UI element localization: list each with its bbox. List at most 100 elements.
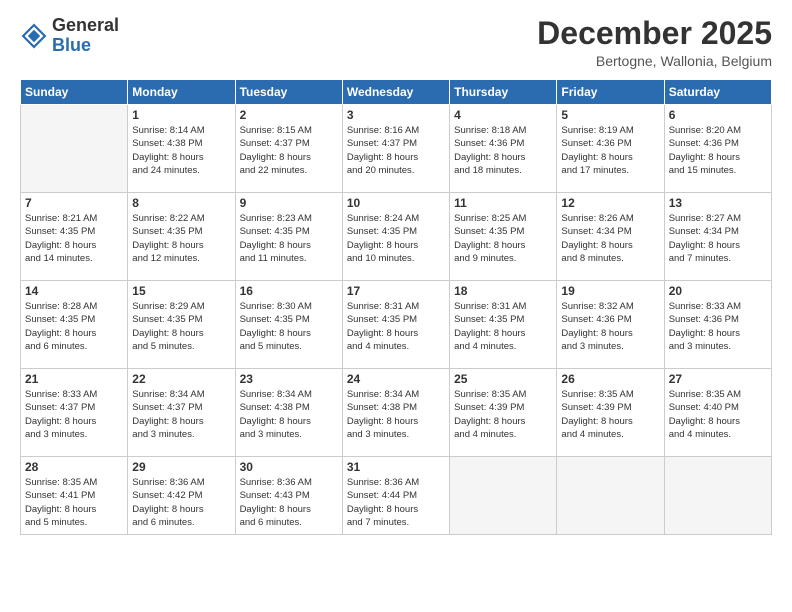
day-detail: Sunrise: 8:20 AMSunset: 4:36 PMDaylight:…	[669, 124, 767, 177]
day-detail: Sunrise: 8:31 AMSunset: 4:35 PMDaylight:…	[454, 300, 552, 353]
day-number: 26	[561, 372, 659, 386]
day-number: 24	[347, 372, 445, 386]
day-number: 23	[240, 372, 338, 386]
month-title: December 2025	[537, 16, 772, 51]
day-detail: Sunrise: 8:14 AMSunset: 4:38 PMDaylight:…	[132, 124, 230, 177]
calendar-cell: 11 Sunrise: 8:25 AMSunset: 4:35 PMDayligh…	[450, 193, 557, 281]
col-saturday: Saturday	[664, 80, 771, 105]
calendar-cell: 1 Sunrise: 8:14 AMSunset: 4:38 PMDaylight…	[128, 105, 235, 193]
col-tuesday: Tuesday	[235, 80, 342, 105]
calendar-cell: 24 Sunrise: 8:34 AMSunset: 4:38 PMDayligh…	[342, 369, 449, 457]
calendar-cell: 13Sunrise: 8:27 AMSunset: 4:34 PMDayligh…	[664, 193, 771, 281]
calendar-cell: 21 Sunrise: 8:33 AMSunset: 4:37 PMDayligh…	[21, 369, 128, 457]
day-detail: Sunrise: 8:21 AMSunset: 4:35 PMDaylight:…	[25, 212, 123, 265]
calendar-cell: 30 Sunrise: 8:36 AMSunset: 4:43 PMDayligh…	[235, 457, 342, 535]
day-detail: Sunrise: 8:26 AMSunset: 4:34 PMDaylight:…	[561, 212, 659, 265]
calendar-cell: 28 Sunrise: 8:35 AMSunset: 4:41 PMDayligh…	[21, 457, 128, 535]
day-number: 14	[25, 284, 123, 298]
calendar-cell: 27 Sunrise: 8:35 AMSunset: 4:40 PMDayligh…	[664, 369, 771, 457]
day-detail: Sunrise: 8:36 AMSunset: 4:44 PMDaylight:…	[347, 476, 445, 529]
day-number: 9	[240, 196, 338, 210]
day-number: 5	[561, 108, 659, 122]
day-detail: Sunrise: 8:36 AMSunset: 4:42 PMDaylight:…	[132, 476, 230, 529]
day-detail: Sunrise: 8:34 AMSunset: 4:38 PMDaylight:…	[240, 388, 338, 441]
day-number: 11	[454, 196, 552, 210]
day-detail: Sunrise: 8:35 AMSunset: 4:40 PMDaylight:…	[669, 388, 767, 441]
calendar-cell	[450, 457, 557, 535]
day-number: 7	[25, 196, 123, 210]
calendar-cell: 26Sunrise: 8:35 AMSunset: 4:39 PMDayligh…	[557, 369, 664, 457]
day-detail: Sunrise: 8:33 AMSunset: 4:36 PMDaylight:…	[669, 300, 767, 353]
calendar-cell	[557, 457, 664, 535]
calendar-page: General Blue December 2025 Bertogne, Wal…	[0, 0, 792, 612]
calendar-cell: 29 Sunrise: 8:36 AMSunset: 4:42 PMDayligh…	[128, 457, 235, 535]
day-number: 1	[132, 108, 230, 122]
calendar-cell: 19 Sunrise: 8:32 AMSunset: 4:36 PMDayligh…	[557, 281, 664, 369]
calendar-cell: 5 Sunrise: 8:19 AMSunset: 4:36 PMDaylight…	[557, 105, 664, 193]
day-detail: Sunrise: 8:32 AMSunset: 4:36 PMDaylight:…	[561, 300, 659, 353]
calendar-cell: 3 Sunrise: 8:16 AMSunset: 4:37 PMDaylight…	[342, 105, 449, 193]
day-detail: Sunrise: 8:22 AMSunset: 4:35 PMDaylight:…	[132, 212, 230, 265]
day-number: 16	[240, 284, 338, 298]
calendar-cell	[21, 105, 128, 193]
day-number: 8	[132, 196, 230, 210]
day-detail: Sunrise: 8:33 AMSunset: 4:37 PMDaylight:…	[25, 388, 123, 441]
day-detail: Sunrise: 8:35 AMSunset: 4:41 PMDaylight:…	[25, 476, 123, 529]
day-number: 19	[561, 284, 659, 298]
location: Bertogne, Wallonia, Belgium	[537, 53, 772, 69]
calendar-cell: 17 Sunrise: 8:31 AMSunset: 4:35 PMDayligh…	[342, 281, 449, 369]
calendar-cell: 25 Sunrise: 8:35 AMSunset: 4:39 PMDayligh…	[450, 369, 557, 457]
day-number: 28	[25, 460, 123, 474]
day-detail: Sunrise: 8:18 AMSunset: 4:36 PMDaylight:…	[454, 124, 552, 177]
day-number: 4	[454, 108, 552, 122]
day-number: 2	[240, 108, 338, 122]
day-detail: Sunrise: 8:16 AMSunset: 4:37 PMDaylight:…	[347, 124, 445, 177]
day-number: 20	[669, 284, 767, 298]
day-number: 30	[240, 460, 338, 474]
day-number: 13	[669, 196, 767, 210]
day-detail: Sunrise: 8:19 AMSunset: 4:36 PMDaylight:…	[561, 124, 659, 177]
calendar-cell: 14 Sunrise: 8:28 AMSunset: 4:35 PMDayligh…	[21, 281, 128, 369]
day-number: 22	[132, 372, 230, 386]
day-detail: Sunrise: 8:36 AMSunset: 4:43 PMDaylight:…	[240, 476, 338, 529]
calendar-cell: 20 Sunrise: 8:33 AMSunset: 4:36 PMDayligh…	[664, 281, 771, 369]
day-number: 27	[669, 372, 767, 386]
day-number: 18	[454, 284, 552, 298]
calendar-cell: 16 Sunrise: 8:30 AMSunset: 4:35 PMDayligh…	[235, 281, 342, 369]
day-detail: Sunrise: 8:31 AMSunset: 4:35 PMDaylight:…	[347, 300, 445, 353]
day-detail: Sunrise: 8:35 AMSunset: 4:39 PMDaylight:…	[454, 388, 552, 441]
day-number: 15	[132, 284, 230, 298]
logo-blue: Blue	[52, 36, 119, 56]
day-number: 12	[561, 196, 659, 210]
day-number: 21	[25, 372, 123, 386]
title-block: December 2025 Bertogne, Wallonia, Belgiu…	[537, 16, 772, 69]
logo-general: General	[52, 16, 119, 36]
day-number: 6	[669, 108, 767, 122]
calendar-cell: 10 Sunrise: 8:24 AMSunset: 4:35 PMDayligh…	[342, 193, 449, 281]
day-detail: Sunrise: 8:28 AMSunset: 4:35 PMDaylight:…	[25, 300, 123, 353]
day-number: 17	[347, 284, 445, 298]
calendar-cell	[664, 457, 771, 535]
day-number: 29	[132, 460, 230, 474]
day-detail: Sunrise: 8:34 AMSunset: 4:38 PMDaylight:…	[347, 388, 445, 441]
calendar-cell: 22 Sunrise: 8:34 AMSunset: 4:37 PMDayligh…	[128, 369, 235, 457]
calendar-cell: 31Sunrise: 8:36 AMSunset: 4:44 PMDayligh…	[342, 457, 449, 535]
calendar-cell: 12 Sunrise: 8:26 AMSunset: 4:34 PMDayligh…	[557, 193, 664, 281]
calendar-cell: 23 Sunrise: 8:34 AMSunset: 4:38 PMDayligh…	[235, 369, 342, 457]
calendar-table: Sunday Monday Tuesday Wednesday Thursday…	[20, 79, 772, 535]
day-number: 3	[347, 108, 445, 122]
day-detail: Sunrise: 8:30 AMSunset: 4:35 PMDaylight:…	[240, 300, 338, 353]
day-detail: Sunrise: 8:24 AMSunset: 4:35 PMDaylight:…	[347, 212, 445, 265]
day-number: 10	[347, 196, 445, 210]
logo-text: General Blue	[52, 16, 119, 56]
calendar-cell: 15Sunrise: 8:29 AMSunset: 4:35 PMDayligh…	[128, 281, 235, 369]
col-friday: Friday	[557, 80, 664, 105]
day-number: 25	[454, 372, 552, 386]
col-thursday: Thursday	[450, 80, 557, 105]
calendar-cell: 7 Sunrise: 8:21 AMSunset: 4:35 PMDaylight…	[21, 193, 128, 281]
calendar-cell: 2Sunrise: 8:15 AMSunset: 4:37 PMDaylight…	[235, 105, 342, 193]
day-detail: Sunrise: 8:25 AMSunset: 4:35 PMDaylight:…	[454, 212, 552, 265]
logo-icon	[20, 22, 48, 50]
calendar-cell: 18 Sunrise: 8:31 AMSunset: 4:35 PMDayligh…	[450, 281, 557, 369]
day-detail: Sunrise: 8:34 AMSunset: 4:37 PMDaylight:…	[132, 388, 230, 441]
